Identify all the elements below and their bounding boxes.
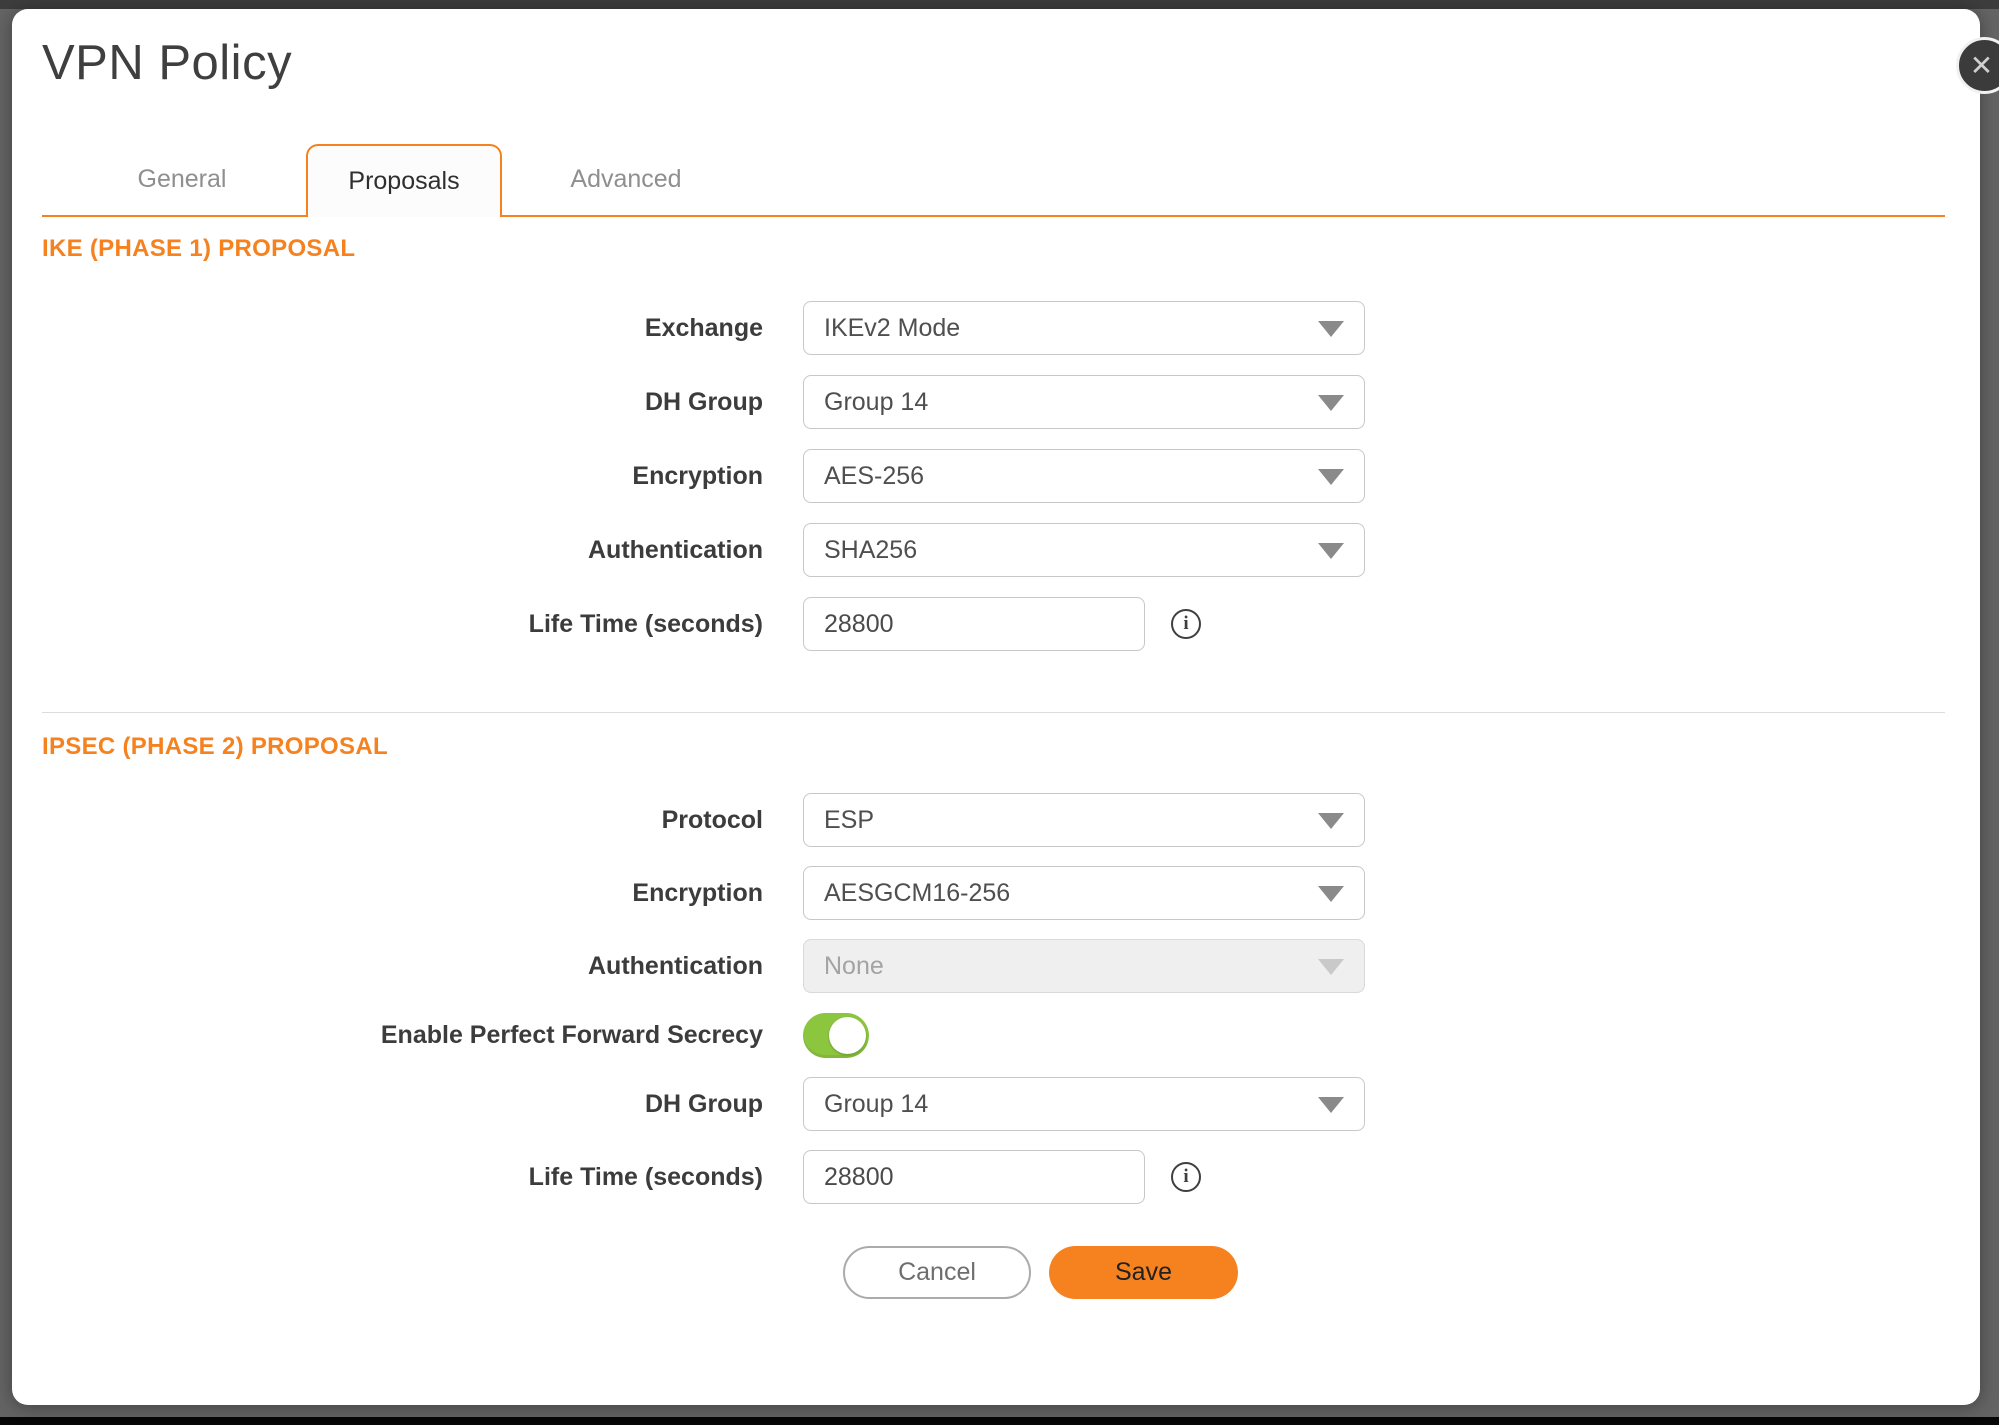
- info-icon[interactable]: i: [1171, 609, 1201, 639]
- life-time-input[interactable]: [803, 597, 1145, 651]
- toggle-knob: [829, 1017, 866, 1054]
- tab-bar: General Proposals Advanced: [42, 144, 1945, 217]
- background-top-strip: [0, 0, 1999, 9]
- field-label: Life Time (seconds): [42, 610, 803, 639]
- form-row: Authentication None: [42, 939, 1945, 993]
- select-value: AESGCM16-256: [824, 879, 1010, 908]
- chevron-down-icon: [1318, 959, 1344, 975]
- field-label: DH Group: [42, 1090, 803, 1119]
- form-row: Protocol ESP: [42, 793, 1945, 847]
- field-label: DH Group: [42, 388, 803, 417]
- chevron-down-icon: [1318, 813, 1344, 829]
- dialog-footer: Cancel Save: [42, 1246, 1945, 1299]
- field-label: Authentication: [42, 952, 803, 981]
- background-bottom-strip: [0, 1417, 1999, 1425]
- p2-dh-group-select[interactable]: Group 14: [803, 1077, 1365, 1131]
- ipsec-phase2-heading: IPSEC (PHASE 2) PROPOSAL: [42, 733, 1945, 761]
- form-row: Life Time (seconds) i: [42, 597, 1945, 651]
- select-value: Group 14: [824, 388, 928, 417]
- select-value: ESP: [824, 806, 874, 835]
- info-icon[interactable]: i: [1171, 1162, 1201, 1192]
- screen: VPN Policy General Proposals Advanced IK…: [0, 0, 1999, 1425]
- phase1-rows: Exchange IKEv2 Mode DH Group Group 14 En…: [42, 301, 1945, 651]
- field-label: Life Time (seconds): [42, 1163, 803, 1192]
- ike-phase1-heading: IKE (PHASE 1) PROPOSAL: [42, 235, 1945, 263]
- form-row: Authentication SHA256: [42, 523, 1945, 577]
- section-divider: [42, 712, 1945, 713]
- form-row: Enable Perfect Forward Secrecy: [42, 1012, 1945, 1058]
- chevron-down-icon: [1318, 543, 1344, 559]
- chevron-down-icon: [1318, 886, 1344, 902]
- form-row: Encryption AESGCM16-256: [42, 866, 1945, 920]
- p2-authentication-select-disabled: None: [803, 939, 1365, 993]
- info-glyph: i: [1183, 613, 1188, 635]
- field-label: Exchange: [42, 314, 803, 343]
- encryption-select[interactable]: AES-256: [803, 449, 1365, 503]
- chevron-down-icon: [1318, 321, 1344, 337]
- select-value: SHA256: [824, 536, 917, 565]
- field-label: Encryption: [42, 462, 803, 491]
- vpn-policy-dialog: VPN Policy General Proposals Advanced IK…: [12, 9, 1980, 1405]
- select-value: None: [824, 952, 884, 981]
- protocol-select[interactable]: ESP: [803, 793, 1365, 847]
- chevron-down-icon: [1318, 1097, 1344, 1113]
- p2-life-time-input[interactable]: [803, 1150, 1145, 1204]
- page-title: VPN Policy: [42, 35, 1945, 91]
- form-row: DH Group Group 14: [42, 1077, 1945, 1131]
- save-button[interactable]: Save: [1049, 1246, 1238, 1299]
- form-row: Encryption AES-256: [42, 449, 1945, 503]
- dh-group-select[interactable]: Group 14: [803, 375, 1365, 429]
- select-value: Group 14: [824, 1090, 928, 1119]
- cancel-button[interactable]: Cancel: [843, 1246, 1031, 1299]
- info-glyph: i: [1183, 1166, 1188, 1188]
- tab-advanced[interactable]: Advanced: [528, 144, 724, 215]
- tab-proposals[interactable]: Proposals: [306, 144, 502, 217]
- exchange-select[interactable]: IKEv2 Mode: [803, 301, 1365, 355]
- pfs-toggle[interactable]: [803, 1013, 869, 1058]
- close-icon: ✕: [1970, 52, 1993, 80]
- form-row: Exchange IKEv2 Mode: [42, 301, 1945, 355]
- field-label: Encryption: [42, 879, 803, 908]
- field-label: Protocol: [42, 806, 803, 835]
- form-row: Life Time (seconds) i: [42, 1150, 1945, 1204]
- select-value: AES-256: [824, 462, 924, 491]
- phase2-rows: Protocol ESP Encryption AESGCM16-256 Aut…: [42, 793, 1945, 1204]
- select-value: IKEv2 Mode: [824, 314, 960, 343]
- chevron-down-icon: [1318, 469, 1344, 485]
- chevron-down-icon: [1318, 395, 1344, 411]
- field-label: Authentication: [42, 536, 803, 565]
- p2-encryption-select[interactable]: AESGCM16-256: [803, 866, 1365, 920]
- form-row: DH Group Group 14: [42, 375, 1945, 429]
- field-label: Enable Perfect Forward Secrecy: [42, 1021, 803, 1050]
- tab-general[interactable]: General: [84, 144, 280, 215]
- authentication-select[interactable]: SHA256: [803, 523, 1365, 577]
